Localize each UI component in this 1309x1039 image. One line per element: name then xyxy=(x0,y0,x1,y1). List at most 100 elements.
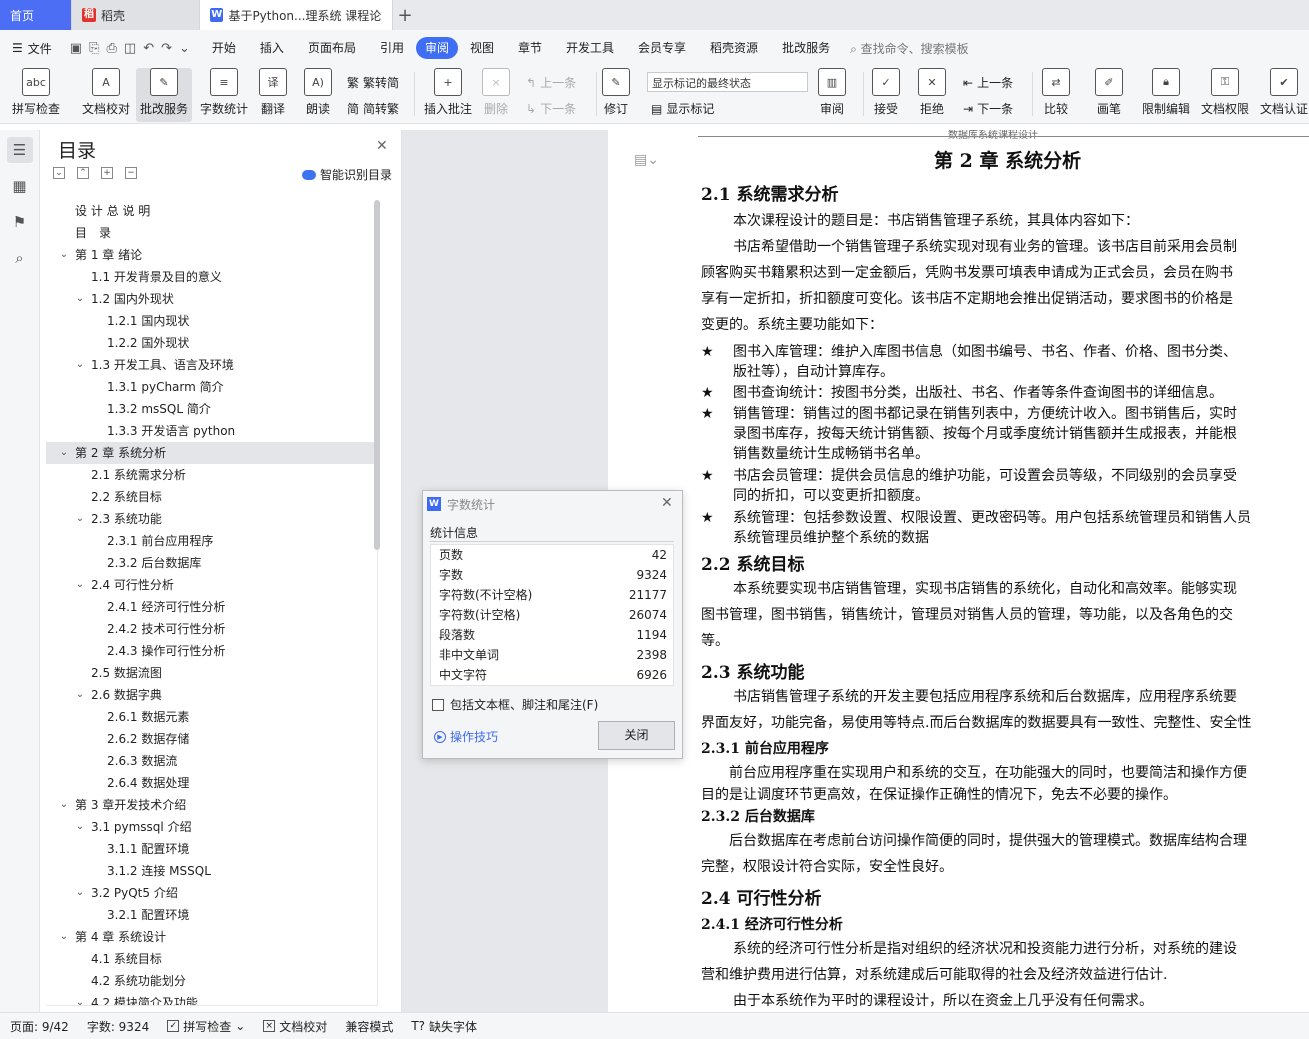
doc-check-button[interactable]: A 文档校对 xyxy=(82,68,130,117)
markup-state-select[interactable]: 显示标记的最终状态 xyxy=(647,72,808,92)
to-traditional-button[interactable]: 繁繁转简 xyxy=(347,74,399,91)
document-page[interactable]: 数据库系统课程设计 ▤⌄ 第 2 章 系统分析 2.1 系统需求分析 本次课程设… xyxy=(608,130,1309,1012)
show-markup-button[interactable]: ▤ 显示标记 xyxy=(651,100,714,117)
export-pdf-icon[interactable]: ⎘ xyxy=(89,41,99,56)
toc-item[interactable]: ⌄ 3.1 pymssql 介绍 xyxy=(46,816,377,838)
toc-item[interactable]: 2.6.3 数据流 xyxy=(46,750,377,772)
toc-item[interactable]: 2.3.2 后台数据库 xyxy=(46,552,377,574)
doc-cert-button[interactable]: ✔ 文档认证 xyxy=(1260,68,1308,117)
insert-comment-button[interactable]: + 插入批注 xyxy=(424,68,472,117)
tab-document[interactable]: W 基于Python...理系统 课程论文 xyxy=(200,0,393,30)
file-menu[interactable]: ☰ 文件 xyxy=(0,40,64,57)
toc-item[interactable]: 1.2.1 国内现状 xyxy=(46,310,377,332)
command-search[interactable]: ⌕ 查找命令、搜索模板 xyxy=(850,40,969,57)
menu-view[interactable]: 视图 xyxy=(458,37,506,59)
print-icon[interactable]: ⎙ xyxy=(106,41,116,56)
chevron-down-icon[interactable]: ⌄ xyxy=(75,684,85,706)
toc-item[interactable]: ⌄ 第 2 章 系统分析 xyxy=(46,442,377,464)
spell-check-button[interactable]: abc 拼写检查 xyxy=(12,68,60,117)
menu-page-layout[interactable]: 页面布局 xyxy=(296,37,368,59)
document-icon[interactable]: ▤⌄ xyxy=(634,152,659,168)
toc-item[interactable]: 设 计 总 说 明 xyxy=(46,200,377,222)
bookmark-icon[interactable]: ⚑ xyxy=(7,209,33,235)
remove-toc-item-icon[interactable]: − xyxy=(125,167,137,179)
spell-check-toggle[interactable]: ✓ 拼写检查 ⌄ xyxy=(167,1018,245,1035)
more-icon[interactable]: ⌄ xyxy=(179,41,190,56)
toc-item[interactable]: 2.2 系统目标 xyxy=(46,486,377,508)
toc-item[interactable]: 2.1 系统需求分析 xyxy=(46,464,377,486)
chapter-nav-icon[interactable]: ▦ xyxy=(7,173,33,199)
toc-item[interactable]: 2.3.1 前台应用程序 xyxy=(46,530,377,552)
new-tab-icon[interactable]: + xyxy=(393,0,417,30)
menu-section[interactable]: 章节 xyxy=(506,37,554,59)
close-icon[interactable]: ✕ xyxy=(661,495,673,511)
toc-item[interactable]: ⌄ 4.2 模块简介及功能 xyxy=(46,992,377,1005)
menu-member[interactable]: 会员专享 xyxy=(626,37,698,59)
toc-item[interactable]: ⌄ 第 1 章 绪论 xyxy=(46,244,377,266)
toc-item[interactable]: 目 录 xyxy=(46,222,377,244)
chevron-down-icon[interactable]: ⌄ xyxy=(59,244,69,266)
toc-item[interactable]: 2.5 数据流图 xyxy=(46,662,377,684)
track-changes-button[interactable]: ✎ 修订 xyxy=(602,68,630,117)
toc-item[interactable]: 1.1 开发背景及目的意义 xyxy=(46,266,377,288)
chevron-down-icon[interactable]: ⌄ xyxy=(59,794,69,816)
page-indicator[interactable]: 页面: 9/42 xyxy=(10,1018,69,1035)
expand-all-icon[interactable]: ⌃ xyxy=(77,167,89,179)
chevron-down-icon[interactable]: ⌄ xyxy=(59,442,69,464)
toc-item[interactable]: 2.4.3 操作可行性分析 xyxy=(46,640,377,662)
redo-icon[interactable]: ↷ xyxy=(161,41,172,56)
tab-home[interactable]: 首页 xyxy=(0,0,72,30)
toc-item[interactable]: ⌄ 2.4 可行性分析 xyxy=(46,574,377,596)
toc-item[interactable]: 2.4.2 技术可行性分析 xyxy=(46,618,377,640)
chevron-down-icon[interactable]: ⌄ xyxy=(75,816,85,838)
chevron-down-icon[interactable]: ⌄ xyxy=(75,508,85,530)
review-pane-button[interactable]: ▥ 审阅 xyxy=(818,68,846,117)
toc-item[interactable]: 2.6.2 数据存储 xyxy=(46,728,377,750)
toc-item[interactable]: 1.2.2 国外现状 xyxy=(46,332,377,354)
chevron-down-icon[interactable]: ⌄ xyxy=(75,992,85,1005)
toc-item[interactable]: ⌄ 第 4 章 系统设计 xyxy=(46,926,377,948)
to-simplified-button[interactable]: 简简转繁 xyxy=(347,100,399,117)
toc-item[interactable]: ⌄ 3.2 PyQt5 介绍 xyxy=(46,882,377,904)
print-preview-icon[interactable]: ◫ xyxy=(124,41,136,56)
delete-comment-button[interactable]: × 删除 xyxy=(482,68,510,117)
toc-item[interactable]: 1.3.2 msSQL 简介 xyxy=(46,398,377,420)
save-icon[interactable]: ▣ xyxy=(70,41,82,56)
undo-icon[interactable]: ↶ xyxy=(143,41,154,56)
chevron-down-icon[interactable]: ⌄ xyxy=(75,288,85,310)
ink-button[interactable]: ✐ 画笔 xyxy=(1095,68,1123,117)
doc-permission-button[interactable]: ⚿ 文档权限 xyxy=(1201,68,1249,117)
toc-item[interactable]: ⌄ 1.2 国内外现状 xyxy=(46,288,377,310)
missing-font-button[interactable]: T? 缺失字体 xyxy=(411,1018,477,1035)
read-aloud-button[interactable]: A) 朗读 xyxy=(304,68,332,117)
toc-item[interactable]: ⌄ 2.6 数据字典 xyxy=(46,684,377,706)
word-count-indicator[interactable]: 字数: 9324 xyxy=(87,1018,149,1035)
include-textbox-checkbox[interactable]: 包括文本框、脚注和尾注(F) xyxy=(432,696,598,713)
collapse-all-icon[interactable]: ⌄ xyxy=(53,167,65,179)
toc-item[interactable]: 2.6.1 数据元素 xyxy=(46,706,377,728)
menu-developer[interactable]: 开发工具 xyxy=(554,37,626,59)
toc-panel-icon[interactable]: ☰ xyxy=(6,137,33,163)
prev-comment-button[interactable]: ↰ 上一条 xyxy=(526,74,576,91)
toc-scrollbar[interactable] xyxy=(374,200,380,550)
toc-item[interactable]: 3.2.1 配置环境 xyxy=(46,904,377,926)
toc-item[interactable]: 1.3.3 开发语言 python xyxy=(46,420,377,442)
toc-item[interactable]: 3.1.2 连接 MSSQL xyxy=(46,860,377,882)
tips-link[interactable]: ▶ 操作技巧 xyxy=(434,728,498,745)
word-count-button[interactable]: ≡ 字数统计 xyxy=(200,68,248,117)
toc-item[interactable]: 1.3.1 pyCharm 简介 xyxy=(46,376,377,398)
chevron-down-icon[interactable]: ⌄ xyxy=(75,882,85,904)
menu-start[interactable]: 开始 xyxy=(200,37,248,59)
search-icon[interactable]: ⌕ xyxy=(7,245,33,271)
toc-item[interactable]: 4.2 系统功能划分 xyxy=(46,970,377,992)
toc-item[interactable]: 2.6.4 数据处理 xyxy=(46,772,377,794)
reject-button[interactable]: ✕ 拒绝 xyxy=(918,68,946,117)
prev-change-button[interactable]: ⇤ 上一条 xyxy=(963,74,1013,91)
menu-reference[interactable]: 引用 xyxy=(368,37,416,59)
correction-service-button[interactable]: ✎ 批改服务 xyxy=(136,68,193,122)
dialog-title-bar[interactable]: W 字数统计 xyxy=(423,491,682,517)
next-change-button[interactable]: ⇥ 下一条 xyxy=(963,100,1013,117)
close-icon[interactable]: ✕ xyxy=(376,138,388,154)
menu-correction-service[interactable]: 批改服务 xyxy=(770,37,842,59)
toc-item[interactable]: 2.4.1 经济可行性分析 xyxy=(46,596,377,618)
